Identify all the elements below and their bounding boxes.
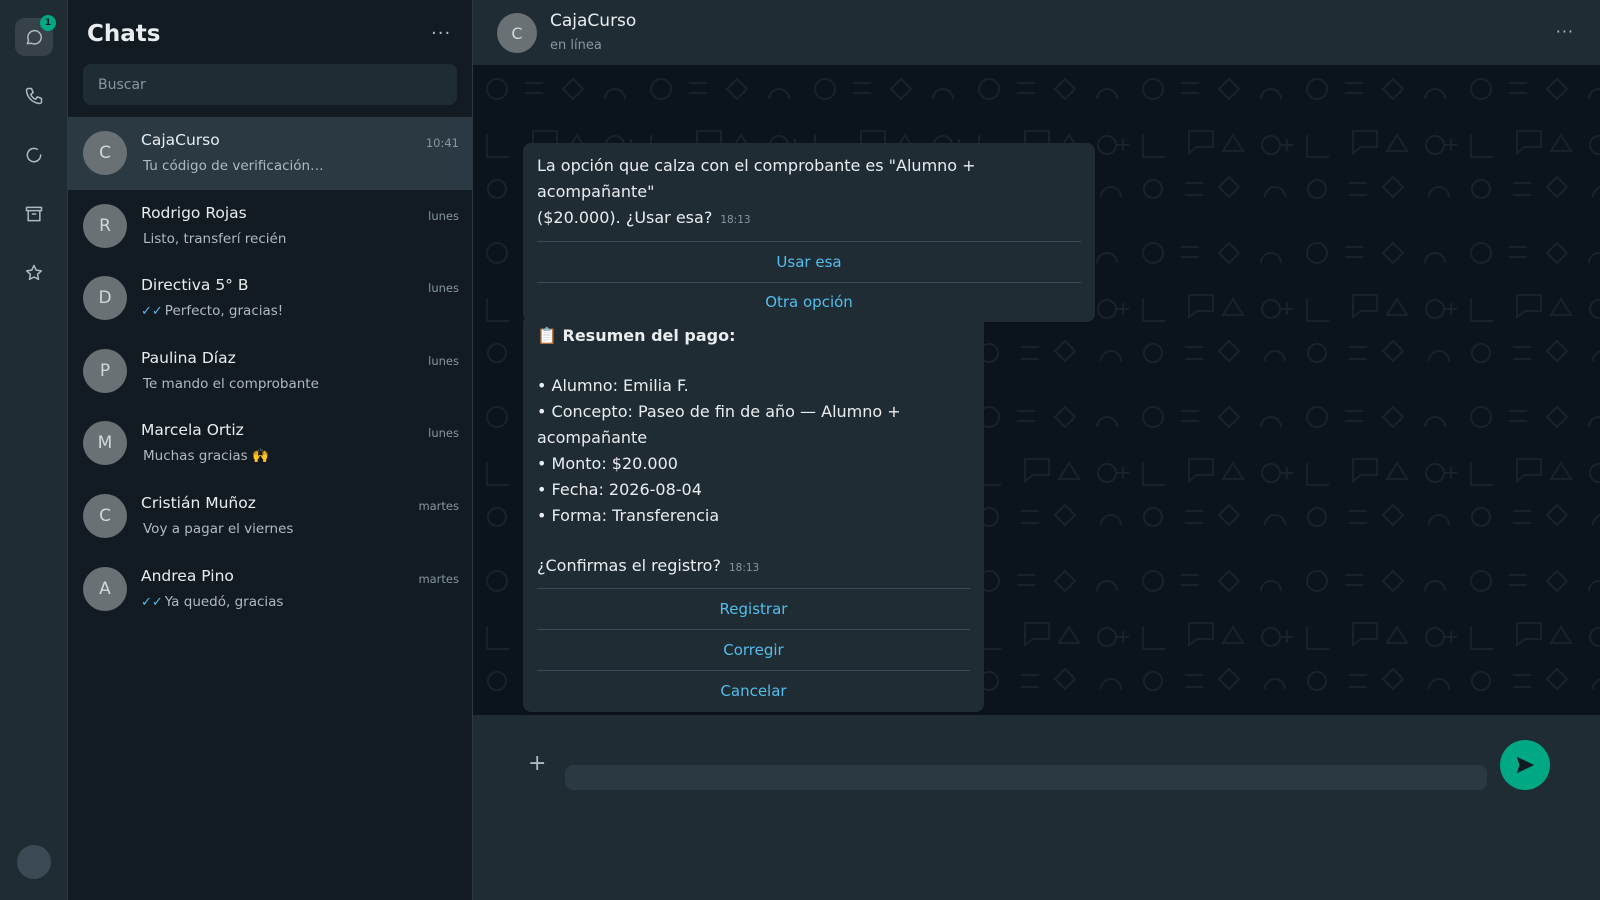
message-time: 18:13 [728,562,760,574]
chat-list-item[interactable]: D Directiva 5° B lunes ✓✓ Perfecto, gracias! [68,262,473,335]
chat-preview: ✓✓ Ya quedó, gracias [141,593,284,610]
chat-list-item[interactable]: C CajaCurso 10:41 Tu código de verificación… [68,117,473,190]
cancel-button[interactable]: Cancelar [537,670,970,712]
rail-status-button[interactable] [15,136,53,174]
chat-name: Marcela Ortiz [141,421,244,440]
conversation-panel: C CajaCurso en línea ··· La opción que c… [473,0,1600,900]
search-input[interactable] [83,64,457,105]
star-icon [25,264,43,281]
chat-avatar: C [83,131,127,175]
chat-list-item[interactable]: C Cristián Muñoz martes Voy a pagar el vier… [68,480,473,553]
summary-line: • Alumno: Emilia F. [537,376,689,395]
chat-preview: Voy a pagar el viernes [143,520,294,537]
chat-list-item[interactable]: A Andrea Pino martes ✓✓ Ya quedó, gracias [68,553,473,626]
summary-line: • Monto: $20.000 [537,454,678,473]
rail-calls-button[interactable] [15,77,53,115]
chat-list-item[interactable]: P Paulina Díaz lunes Te mando el comprobant… [68,335,473,408]
message-input[interactable] [565,765,1487,790]
message-time: 18:13 [720,214,751,226]
message-composer: + [473,715,1600,900]
use-option-button[interactable]: Usar esa [537,241,1081,282]
chat-preview: Te mando el comprobante [143,375,319,392]
send-icon [1516,756,1535,774]
chat-time: martes [418,571,459,586]
chat-preview: Tu código de verificación… [143,158,324,174]
chat-list-menu-button[interactable]: ··· [431,23,451,44]
status-icon [26,147,42,163]
rail-archive-button[interactable] [15,195,53,233]
clipboard-icon: 📋 [537,326,557,345]
chat-name: Cristián Muñoz [141,493,256,512]
chat-preview: ✓✓ Perfecto, gracias! [141,303,284,320]
chat-time: lunes [428,281,459,296]
chat-list-title: Chats [87,21,161,47]
chat-avatar: A [83,566,127,611]
chat-avatar: D [83,276,127,321]
chat-name: Andrea Pino [141,566,234,585]
phone-icon [25,87,43,105]
chat-time: martes [418,498,459,513]
chat-preview: Muchas gracias 🙌 [143,448,269,465]
chat-avatar: C [83,493,127,538]
summary-line: • Forma: Transferencia [537,506,720,525]
chat-preview: Listo, transferí recién [143,230,287,247]
message-bubble-summary: 📋 Resumen del pago: • Alumno: Emilia F. … [523,315,984,712]
chat-list: C CajaCurso 10:41 Tu código de verificación… [68,117,473,625]
chat-name: Directiva 5° B [141,276,249,295]
message-text-line: ($20.000). ¿Usar esa? [537,208,713,227]
nav-rail: 1 [0,0,68,900]
rail-chats-button[interactable]: 1 [15,15,56,56]
archive-icon [25,206,43,222]
chat-time: lunes [428,426,459,441]
chat-name: Paulina Díaz [141,348,236,367]
chat-list-panel: Chats ··· C CajaCurso 10:41 Tu código de ve… [68,0,473,900]
chats-icon [26,29,42,45]
summary-question: ¿Confirmas el registro? [537,556,721,575]
profile-avatar[interactable] [17,845,51,879]
chat-name: CajaCurso [141,131,220,149]
chat-avatar: M [83,421,127,466]
chat-time: lunes [428,208,459,223]
send-button[interactable] [1500,740,1550,790]
message-bubble-option: La opción que calza con el comprobante e… [523,143,1095,322]
summary-line: • Concepto: Paseo de fin de año — Alumno… [537,402,901,447]
attach-plus-button[interactable]: + [528,751,546,776]
conversation-menu-button[interactable]: ··· [1556,22,1574,41]
rail-starred-button[interactable] [15,254,53,292]
conversation-header: C CajaCurso en línea ··· [473,0,1600,65]
contact-avatar[interactable]: C [497,13,537,53]
contact-name[interactable]: CajaCurso [550,11,636,31]
read-ticks-icon: ✓✓ [141,594,163,610]
message-text-line: La opción que calza con el comprobante e… [537,156,976,201]
register-button[interactable]: Registrar [537,588,970,629]
chat-avatar: R [83,203,127,248]
chat-time: lunes [428,353,459,368]
summary-line: • Fecha: 2026-08-04 [537,480,702,499]
chat-avatar: P [83,348,127,393]
summary-heading: 📋 Resumen del pago: [537,326,736,345]
chat-list-item[interactable]: R Rodrigo Rojas lunes Listo, transferí reci… [68,190,473,263]
unread-badge: 1 [40,15,56,31]
chat-wallpaper: La opción que calza con el comprobante e… [473,65,1600,715]
contact-status: en línea [550,38,602,53]
correct-button[interactable]: Corregir [537,629,970,670]
read-ticks-icon: ✓✓ [141,304,163,320]
chat-time: 10:41 [425,136,459,150]
chat-list-item[interactable]: M Marcela Ortiz lunes Muchas gracias 🙌 [68,407,473,480]
chat-name: Rodrigo Rojas [141,203,247,222]
